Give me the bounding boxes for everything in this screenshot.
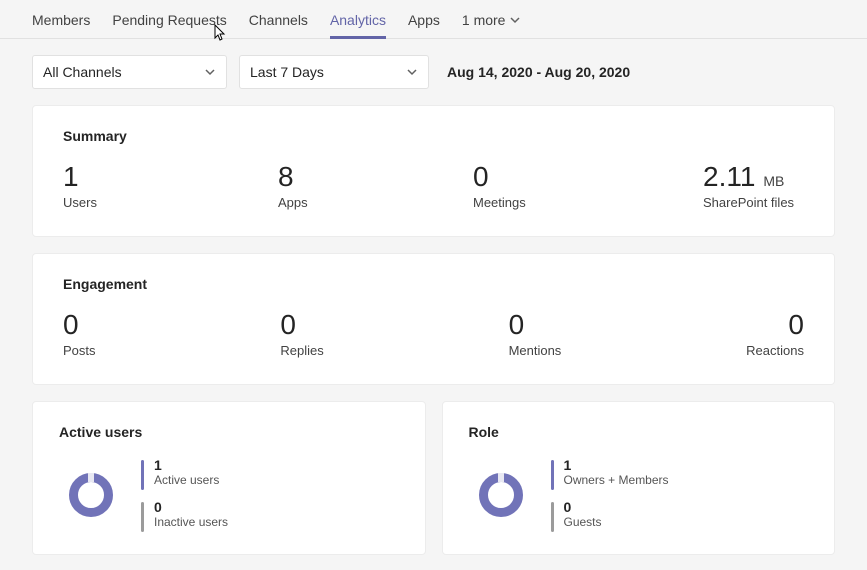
legend-value: 0 [154,500,228,515]
tab-apps[interactable]: Apps [408,12,440,38]
active-users-card: Active users 1 Active users 0 Inactive u… [32,401,426,555]
stat-label: Reactions [746,343,804,358]
legend-item-inactive: 0 Inactive users [141,500,228,532]
role-legend: 1 Owners + Members 0 Guests [551,458,669,532]
summary-stat-sharepoint: 2.11 MB SharePoint files [703,162,804,210]
stat-label: SharePoint files [703,195,804,210]
stat-value: 0 [280,310,323,341]
summary-stat-apps: 8 Apps [278,162,473,210]
stat-value: 0 [63,310,96,341]
period-select[interactable]: Last 7 Days [239,55,429,89]
engagement-stat-replies: 0 Replies [280,310,323,358]
tab-more-label: 1 more [462,12,506,28]
stat-value: 0 [746,310,804,341]
legend-color-icon [551,502,554,532]
summary-title: Summary [63,128,804,144]
stat-unit: MB [763,173,784,189]
engagement-stat-posts: 0 Posts [63,310,96,358]
legend-item-active: 1 Active users [141,458,228,490]
chevron-down-icon [406,66,418,78]
engagement-stat-reactions: 0 Reactions [746,310,804,358]
legend-label: Inactive users [154,515,228,529]
active-users-legend: 1 Active users 0 Inactive users [141,458,228,532]
stat-value: 8 [278,161,294,192]
period-select-value: Last 7 Days [250,64,324,80]
stat-label: Replies [280,343,323,358]
stat-label: Users [63,195,278,210]
stat-value: 0 [509,310,562,341]
filter-bar: All Channels Last 7 Days Aug 14, 2020 - … [0,39,867,105]
stat-label: Mentions [509,343,562,358]
tab-bar: Members Pending Requests Channels Analyt… [0,0,867,39]
legend-label: Guests [564,515,602,529]
legend-color-icon [551,460,554,490]
channel-select[interactable]: All Channels [32,55,227,89]
legend-value: 1 [564,458,669,473]
active-users-donut-chart [69,473,113,517]
tab-analytics[interactable]: Analytics [330,12,386,38]
stat-label: Meetings [473,195,703,210]
date-range-label: Aug 14, 2020 - Aug 20, 2020 [447,64,630,80]
summary-stat-meetings: 0 Meetings [473,162,703,210]
summary-card: Summary 1 Users 8 Apps 0 Meetings 2.11 M… [32,105,835,237]
legend-label: Owners + Members [564,473,669,487]
role-donut-chart [479,473,523,517]
legend-color-icon [141,502,144,532]
tab-channels[interactable]: Channels [249,12,308,38]
engagement-title: Engagement [63,276,804,292]
engagement-stat-mentions: 0 Mentions [509,310,562,358]
legend-value: 0 [564,500,602,515]
channel-select-value: All Channels [43,64,122,80]
chevron-down-icon [509,14,521,26]
legend-color-icon [141,460,144,490]
stat-label: Apps [278,195,473,210]
tab-more[interactable]: 1 more [462,12,522,38]
tab-members[interactable]: Members [32,12,90,38]
stat-value: 2.11 [703,161,755,192]
role-card: Role 1 Owners + Members 0 Guests [442,401,836,555]
legend-value: 1 [154,458,219,473]
legend-item-guests: 0 Guests [551,500,669,532]
stat-label: Posts [63,343,96,358]
active-users-title: Active users [59,424,399,440]
engagement-card: Engagement 0 Posts 0 Replies 0 Mentions … [32,253,835,385]
tab-pending-requests[interactable]: Pending Requests [112,12,226,38]
summary-stat-users: 1 Users [63,162,278,210]
chevron-down-icon [204,66,216,78]
stat-value: 0 [473,161,489,192]
legend-item-owners-members: 1 Owners + Members [551,458,669,490]
legend-label: Active users [154,473,219,487]
stat-value: 1 [63,161,79,192]
role-title: Role [469,424,809,440]
